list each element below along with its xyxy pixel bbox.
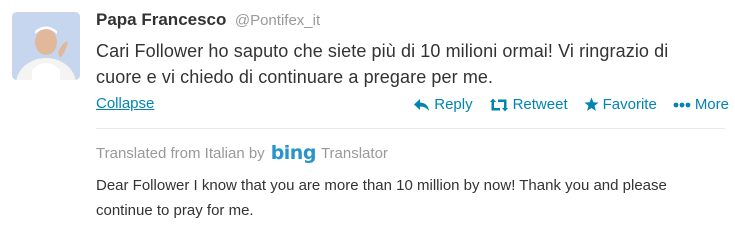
translation-suffix: Translator xyxy=(320,144,388,162)
author-handle[interactable]: @Pontifex_it xyxy=(235,12,320,29)
retweet-label: Retweet xyxy=(512,96,568,113)
translated-text: Dear Follower I know that you are more t… xyxy=(96,177,667,219)
avatar[interactable] xyxy=(12,12,80,80)
more-button[interactable]: More xyxy=(673,96,729,113)
star-icon xyxy=(584,97,599,112)
bing-logo[interactable]: bing xyxy=(271,142,317,164)
more-icon xyxy=(673,102,691,108)
collapse-link[interactable]: Collapse xyxy=(96,95,154,112)
more-label: More xyxy=(694,96,729,113)
favorite-label: Favorite xyxy=(602,96,657,113)
tweet-header: Papa Francesco @Pontifex_it xyxy=(96,10,320,30)
retweet-icon xyxy=(489,98,509,112)
retweet-button[interactable]: Retweet xyxy=(489,96,568,113)
tweet-actions: Reply Retweet Favorite More xyxy=(414,96,729,113)
divider xyxy=(96,128,725,129)
tweet: Papa Francesco @Pontifex_it Cari Followe… xyxy=(0,0,735,242)
tweet-text: Cari Follower ho saputo che siete più di… xyxy=(96,41,669,87)
reply-icon xyxy=(414,98,430,112)
author-name[interactable]: Papa Francesco xyxy=(96,10,226,29)
translation-attribution: Translated from Italian by bing Translat… xyxy=(96,142,388,164)
favorite-button[interactable]: Favorite xyxy=(584,96,657,113)
reply-button[interactable]: Reply xyxy=(414,96,473,113)
translation-prefix: Translated from Italian by xyxy=(96,144,265,162)
reply-label: Reply xyxy=(434,96,473,113)
